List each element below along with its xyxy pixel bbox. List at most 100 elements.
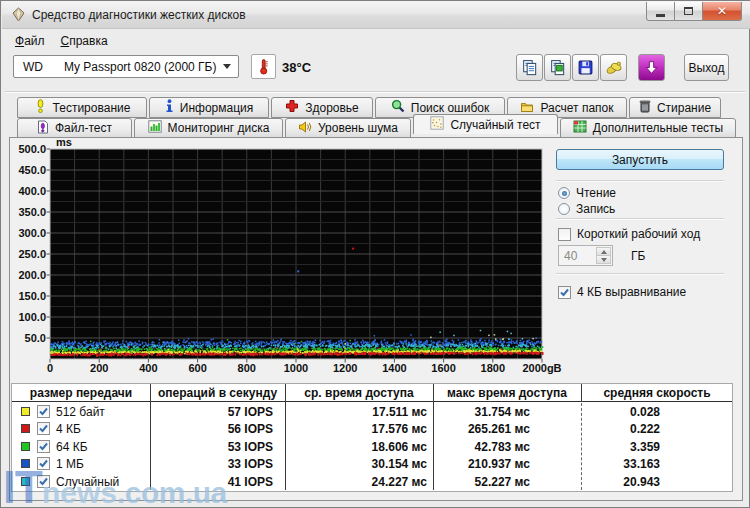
menu-item-help[interactable]: Справка	[53, 30, 116, 49]
svg-text:1600: 1600	[431, 362, 455, 374]
temperature-button[interactable]	[251, 54, 276, 79]
iops-value: 33 IOPS	[151, 457, 273, 471]
series-checkbox[interactable]	[37, 475, 50, 488]
transfer-size-label: 4 КБ	[56, 422, 81, 436]
max-access-value: 42.783 мс	[434, 440, 530, 454]
align-4k-checkbox[interactable]: 4 КБ выравнивание	[558, 285, 686, 299]
max-access-value: 210.937 мс	[434, 457, 530, 471]
column-header: средняя скорость	[557, 386, 750, 400]
download-button[interactable]	[638, 54, 665, 81]
size-input[interactable]: 40	[558, 245, 613, 266]
close-icon: ✕	[717, 4, 727, 18]
avg-speed-value: 20.943	[582, 475, 660, 489]
table-row: 1 МБ 33 IOPS 30.154 мс 210.937 мс 33.163	[12, 455, 732, 472]
smart-button[interactable]	[600, 54, 627, 81]
titlebar[interactable]: Средство диагностики жестких дисков ✕	[2, 1, 750, 29]
checkbox-icon	[558, 286, 571, 299]
tab-label: Файл-тест	[55, 121, 112, 135]
start-label: Запустить	[612, 153, 668, 167]
copy-button[interactable]	[516, 54, 543, 81]
radio-icon	[558, 187, 570, 199]
short-stroke-checkbox[interactable]: Короткий рабочий ход	[558, 227, 700, 241]
iops-value: 57 IOPS	[151, 405, 273, 419]
transfer-size-label: 64 КБ	[56, 440, 88, 454]
write-radio[interactable]: Запись	[558, 202, 615, 216]
svg-text:50.0: 50.0	[25, 332, 46, 344]
series-color-swatch	[21, 459, 30, 468]
transfer-size-label: Случайный	[56, 475, 119, 489]
tab-row-2: Файл-тест Мониторинг дискаУровень шума Слу…	[17, 118, 738, 138]
read-radio[interactable]: Чтение	[558, 186, 616, 200]
save-icon	[577, 59, 594, 76]
max-access-value: 52.227 мс	[434, 475, 530, 489]
arrow-down-icon	[601, 258, 607, 262]
separator	[556, 218, 724, 220]
close-button[interactable]: ✕	[703, 2, 742, 21]
copy-image-button[interactable]	[544, 54, 571, 81]
tab-testing[interactable]: Тестирование	[17, 97, 147, 118]
start-button[interactable]: Запустить	[556, 149, 724, 170]
health-cross-icon	[285, 99, 299, 116]
avg-access-value: 17.576 мс	[286, 422, 427, 436]
read-label: Чтение	[576, 186, 616, 200]
bar-chart-icon	[148, 120, 162, 136]
svg-text:600: 600	[188, 362, 206, 374]
tab-label: Случайный тест	[450, 118, 540, 132]
series-checkbox[interactable]	[37, 440, 50, 453]
tab-row-1: ТестированиеИнформацияЗдоровьеПоиск ошиб…	[17, 97, 723, 118]
svg-text:0: 0	[47, 362, 53, 374]
menu-item-file[interactable]: Файл	[7, 30, 53, 49]
download-arrow-icon	[643, 59, 660, 76]
latency-chart: ms500.0450.0400.0350.0300.0250.0200.0150…	[10, 138, 590, 384]
svg-text:1400: 1400	[382, 362, 406, 374]
iops-value: 53 IOPS	[151, 440, 273, 454]
avg-access-value: 30.154 мс	[286, 457, 427, 471]
series-checkbox[interactable]	[37, 457, 50, 470]
table-row: 512 байт57 IOPS17.511 мс31.754 мс0.028	[12, 403, 732, 420]
info-icon	[165, 99, 174, 116]
grid-icon	[573, 120, 587, 136]
toolbar-separator	[5, 91, 745, 93]
svg-text:250.0: 250.0	[18, 248, 46, 260]
device-vendor: WD	[23, 60, 43, 74]
max-access-value: 31.754 мс	[434, 405, 530, 419]
series-color-swatch	[21, 424, 30, 433]
tab-noise-level[interactable]: Уровень шума	[285, 118, 411, 138]
temperature-value: 38°C	[282, 60, 311, 75]
tab-label: Дополнительные тесты	[593, 121, 723, 135]
maximize-button[interactable]	[675, 2, 703, 21]
tab-information[interactable]: Информация	[149, 97, 269, 118]
transfer-size-label: 1 МБ	[56, 457, 84, 471]
chevron-down-icon	[223, 64, 231, 69]
device-model: My Passport 0820 (2000 ГБ)	[64, 60, 216, 74]
device-select[interactable]: WD My Passport 0820 (2000 ГБ)	[13, 55, 239, 78]
spin-down-button[interactable]	[596, 256, 611, 264]
checkbox-icon	[558, 228, 571, 241]
tab-extra-tests[interactable]: Дополнительные тесты	[560, 118, 736, 138]
avg-speed-value: 33.163	[582, 457, 660, 471]
tab-erase[interactable]: Стирание	[629, 97, 721, 118]
maximize-icon	[684, 7, 693, 15]
copy-icon	[521, 59, 538, 76]
save-button[interactable]	[572, 54, 599, 81]
copy-image-icon	[549, 59, 566, 76]
spin-up-button[interactable]	[596, 247, 611, 256]
separator	[556, 180, 724, 182]
exit-button[interactable]: Выход	[684, 54, 729, 81]
series-checkbox[interactable]	[37, 422, 50, 435]
svg-text:350.0: 350.0	[18, 206, 46, 218]
minimize-button[interactable]	[646, 2, 675, 21]
avg-speed-value: 0.028	[582, 405, 660, 419]
tab-file-test[interactable]: Файл-тест	[17, 118, 132, 138]
random-dots-icon	[430, 116, 444, 133]
radio-icon	[558, 203, 570, 215]
avg-speed-value: 0.222	[582, 422, 660, 436]
series-checkbox[interactable]	[37, 405, 50, 418]
svg-text:1800: 1800	[481, 362, 505, 374]
table-row: 64 КБ53 IOPS18.606 мс42.783 мс3.359	[12, 438, 732, 455]
tab-health[interactable]: Здоровье	[271, 97, 373, 118]
tab-disk-monitor[interactable]: Мониторинг диска	[134, 118, 283, 138]
max-access-value: 265.261 мс	[434, 422, 530, 436]
svg-text:150.0: 150.0	[18, 290, 46, 302]
tab-random-test[interactable]: Случайный тест	[413, 114, 558, 134]
